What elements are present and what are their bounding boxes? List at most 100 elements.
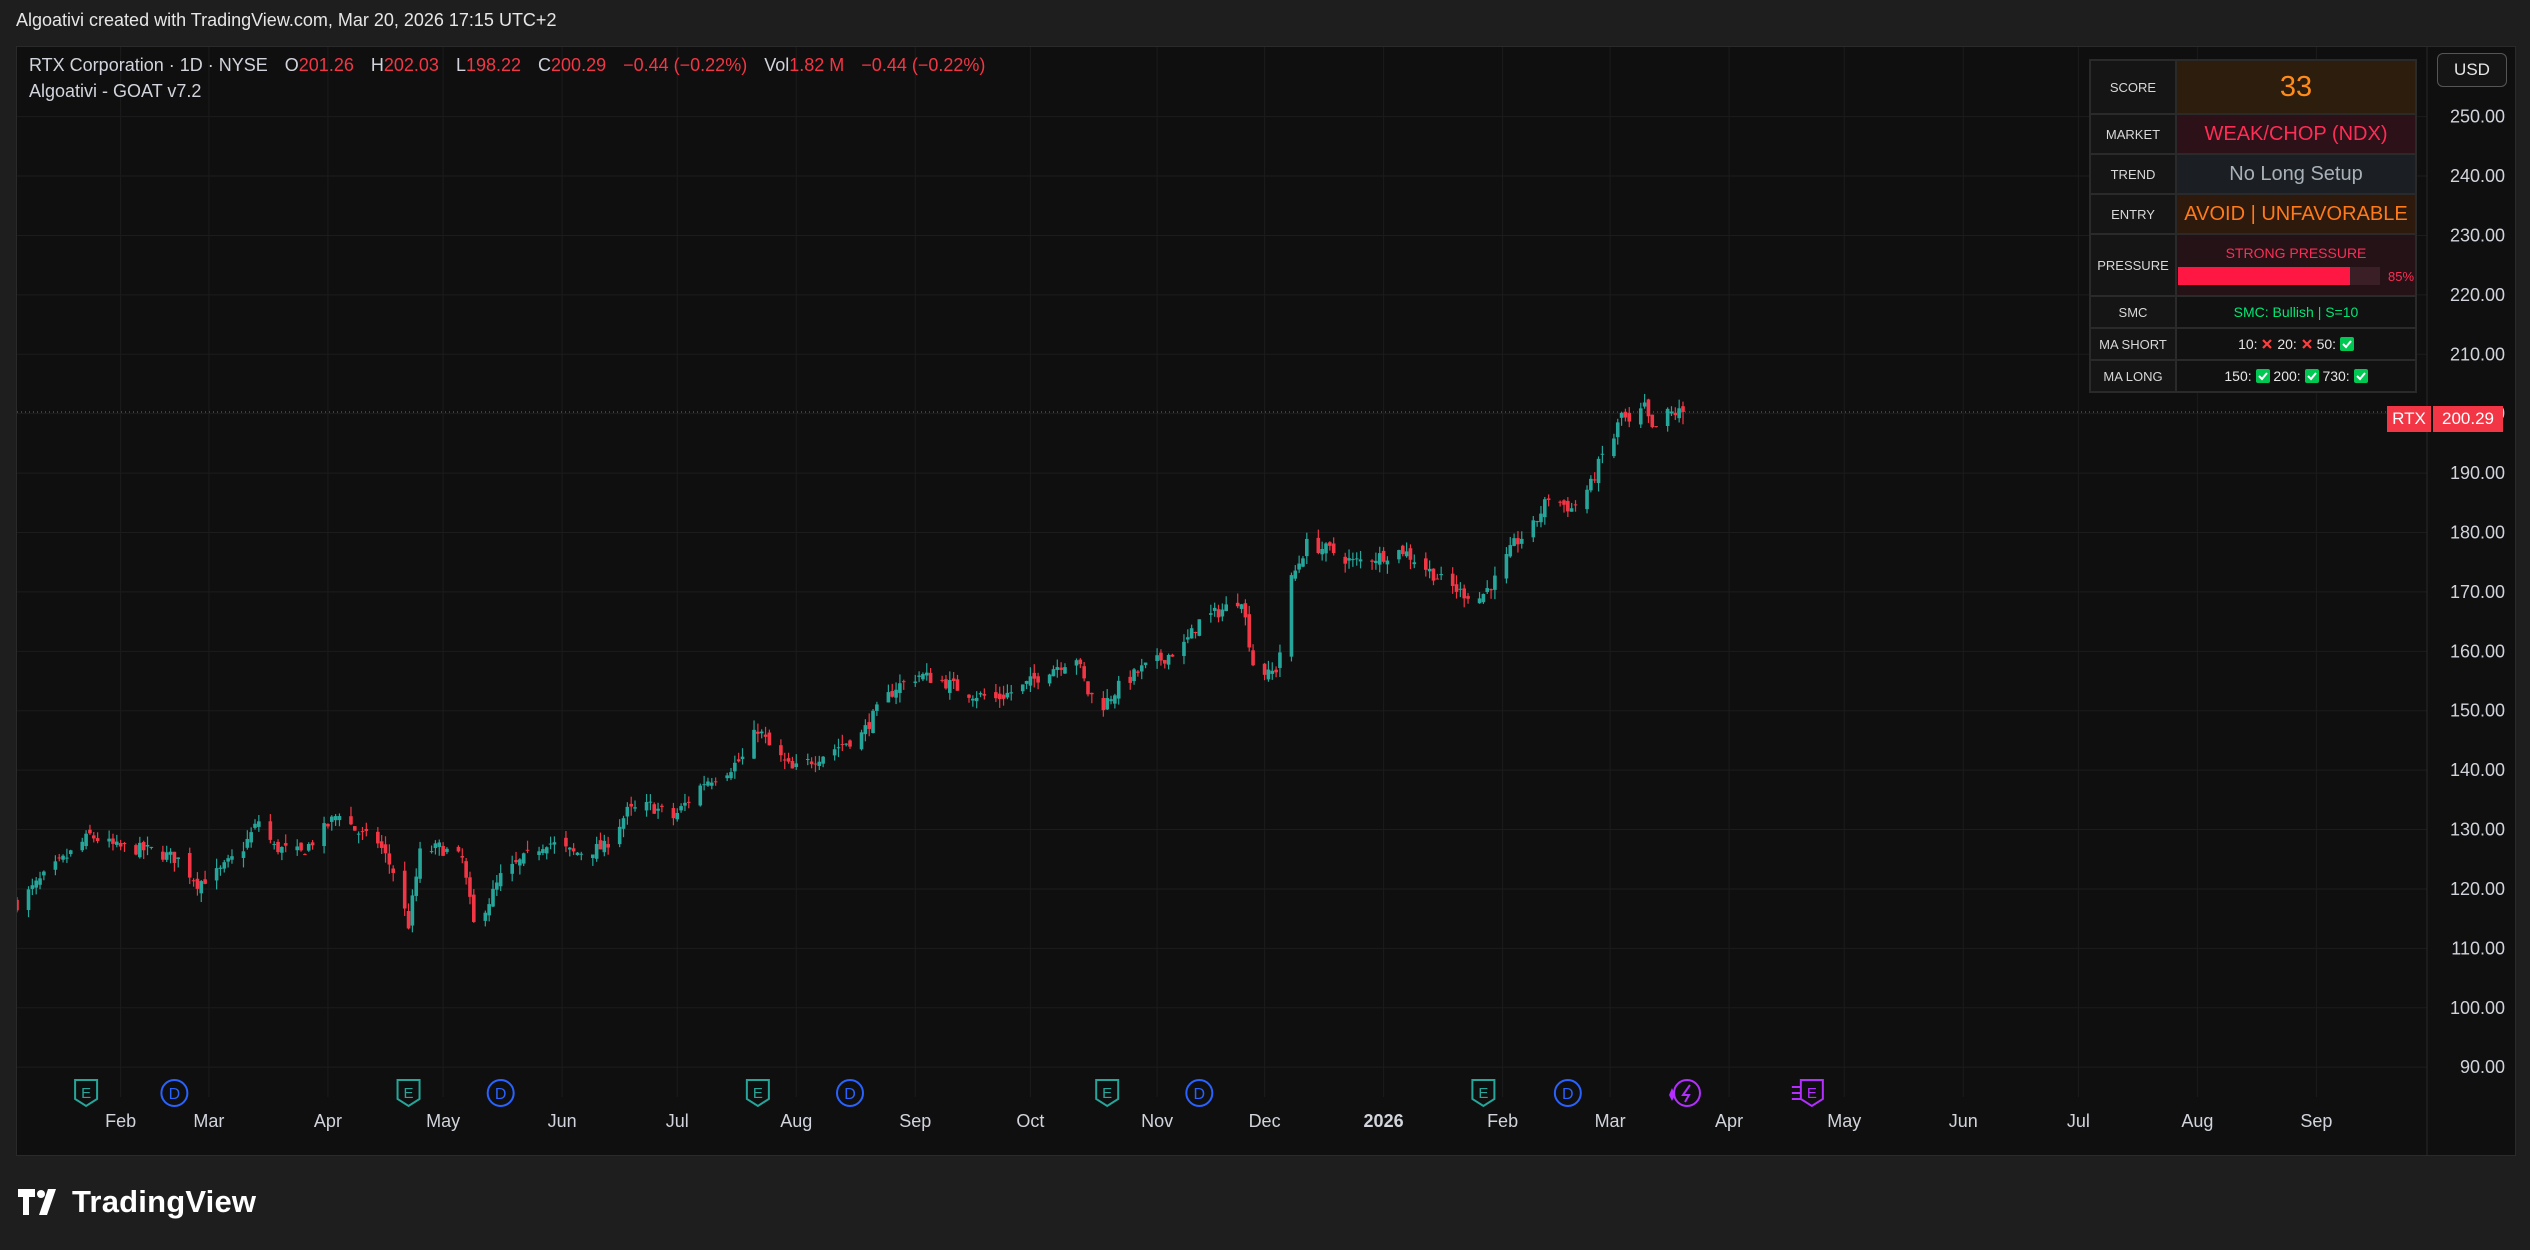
candle [1047, 673, 1052, 687]
candle [948, 671, 952, 700]
candle [1128, 670, 1133, 690]
candle [1251, 644, 1255, 667]
events-layer: EDEDEDEDEDE [74, 1079, 1824, 1108]
candle [1009, 684, 1014, 701]
candle [1224, 596, 1228, 612]
candle [1485, 580, 1490, 595]
candle [276, 839, 280, 855]
price-tick-label: 210.00 [2450, 344, 2505, 364]
ma-long-150-label: 150: [2224, 368, 2252, 384]
candle [356, 831, 361, 844]
candle [978, 691, 983, 698]
tradingview-logo[interactable]: TradingView [18, 1184, 256, 1220]
candle [790, 756, 795, 769]
candle [84, 830, 88, 850]
candle [951, 671, 956, 690]
candle [245, 830, 250, 850]
candle [1669, 406, 1674, 416]
candle [782, 752, 787, 770]
candle [1404, 542, 1409, 558]
price-tick-label: 90.00 [2460, 1057, 2505, 1077]
dividend-marker-icon[interactable]: D [486, 1079, 515, 1107]
dividend-marker-icon[interactable]: D [836, 1079, 864, 1107]
candle [1400, 544, 1405, 557]
candle [57, 853, 62, 862]
candle [134, 843, 138, 856]
pressure-bar-fill [2177, 267, 2350, 285]
candle [115, 834, 119, 848]
candle [387, 844, 392, 874]
candle [1681, 401, 1685, 425]
earnings-marker-icon[interactable]: E [74, 1079, 99, 1108]
candle [1090, 692, 1094, 704]
candle [1086, 681, 1090, 697]
price-tick-label: 240.00 [2450, 166, 2505, 186]
candle [1566, 497, 1570, 518]
candle [53, 855, 58, 876]
candle [472, 888, 476, 923]
price-tick-label: 160.00 [2450, 641, 2505, 661]
candle [1274, 666, 1278, 678]
candle [226, 854, 230, 868]
dividend-marker-icon[interactable]: D [1553, 1079, 1582, 1107]
candle [1074, 658, 1079, 675]
candle [633, 800, 637, 812]
candle [848, 739, 852, 749]
goat-score-table: SCORE 33 MARKET WEAK/CHOP (NDX) TREND No… [2089, 59, 2417, 393]
candle [333, 814, 338, 826]
candle [218, 865, 223, 876]
time-tick-label: Jul [666, 1111, 689, 1131]
symbol-name[interactable]: RTX Corporation · 1D · NYSE [29, 55, 268, 75]
candle [944, 675, 948, 690]
candle [924, 663, 929, 681]
candle [840, 734, 845, 752]
ma-long-200-label: 200: [2273, 368, 2301, 384]
candle [383, 836, 388, 863]
candle [594, 836, 599, 862]
currency-button[interactable]: USD [2437, 53, 2507, 87]
tradingview-logo-icon [18, 1189, 56, 1215]
chart-panel[interactable]: E D E D E D E D E D E 90.00 100.00 110.00 120.00 130.0… [16, 46, 2516, 1156]
time-tick-label: Aug [2181, 1111, 2213, 1131]
entry-value: AVOID | UNFAVORABLE [2175, 193, 2417, 235]
candle [414, 868, 419, 902]
ma-long-label: MA LONG [2089, 359, 2177, 393]
indicator-name[interactable]: Algoativi - GOAT v7.2 [29, 81, 201, 102]
split-marker-icon[interactable] [1669, 1079, 1701, 1107]
ma-short-label: MA SHORT [2089, 327, 2177, 361]
earnings-marker-icon[interactable]: E [396, 1079, 421, 1108]
candle [541, 844, 545, 856]
candle [997, 686, 1002, 708]
candle [1243, 599, 1248, 626]
candle [111, 833, 115, 851]
dividend-marker-icon[interactable]: D [160, 1079, 189, 1107]
candle [1397, 549, 1401, 564]
earnings-marker-icon[interactable]: E [1095, 1079, 1120, 1108]
time-tick-label: Nov [1141, 1111, 1173, 1131]
ma-long-200-status-icon [2304, 368, 2319, 384]
candle [1650, 414, 1655, 429]
time-tick-label: Feb [1487, 1111, 1518, 1131]
candle [1297, 555, 1301, 573]
candle [222, 859, 227, 873]
candle [65, 848, 69, 863]
trend-value: No Long Setup [2175, 153, 2417, 195]
candle [1439, 566, 1443, 581]
candle [410, 889, 415, 933]
earnings-marker-icon[interactable]: E [1791, 1079, 1824, 1108]
candle [1001, 685, 1006, 706]
earnings-marker-icon[interactable]: E [1471, 1079, 1496, 1108]
candle [1638, 402, 1643, 429]
candle [863, 719, 868, 742]
smc-label: SMC [2089, 295, 2177, 329]
dividend-marker-icon[interactable]: D [1185, 1079, 1214, 1107]
candle [805, 753, 810, 766]
ma-short-value: 10: 20: 50: [2175, 327, 2417, 361]
candle [253, 819, 257, 830]
close-value: 200.29 [551, 55, 607, 75]
candle [1642, 393, 1647, 409]
candle [752, 720, 756, 759]
candle [940, 675, 944, 683]
candle [360, 826, 365, 840]
earnings-marker-icon[interactable]: E [745, 1079, 770, 1108]
